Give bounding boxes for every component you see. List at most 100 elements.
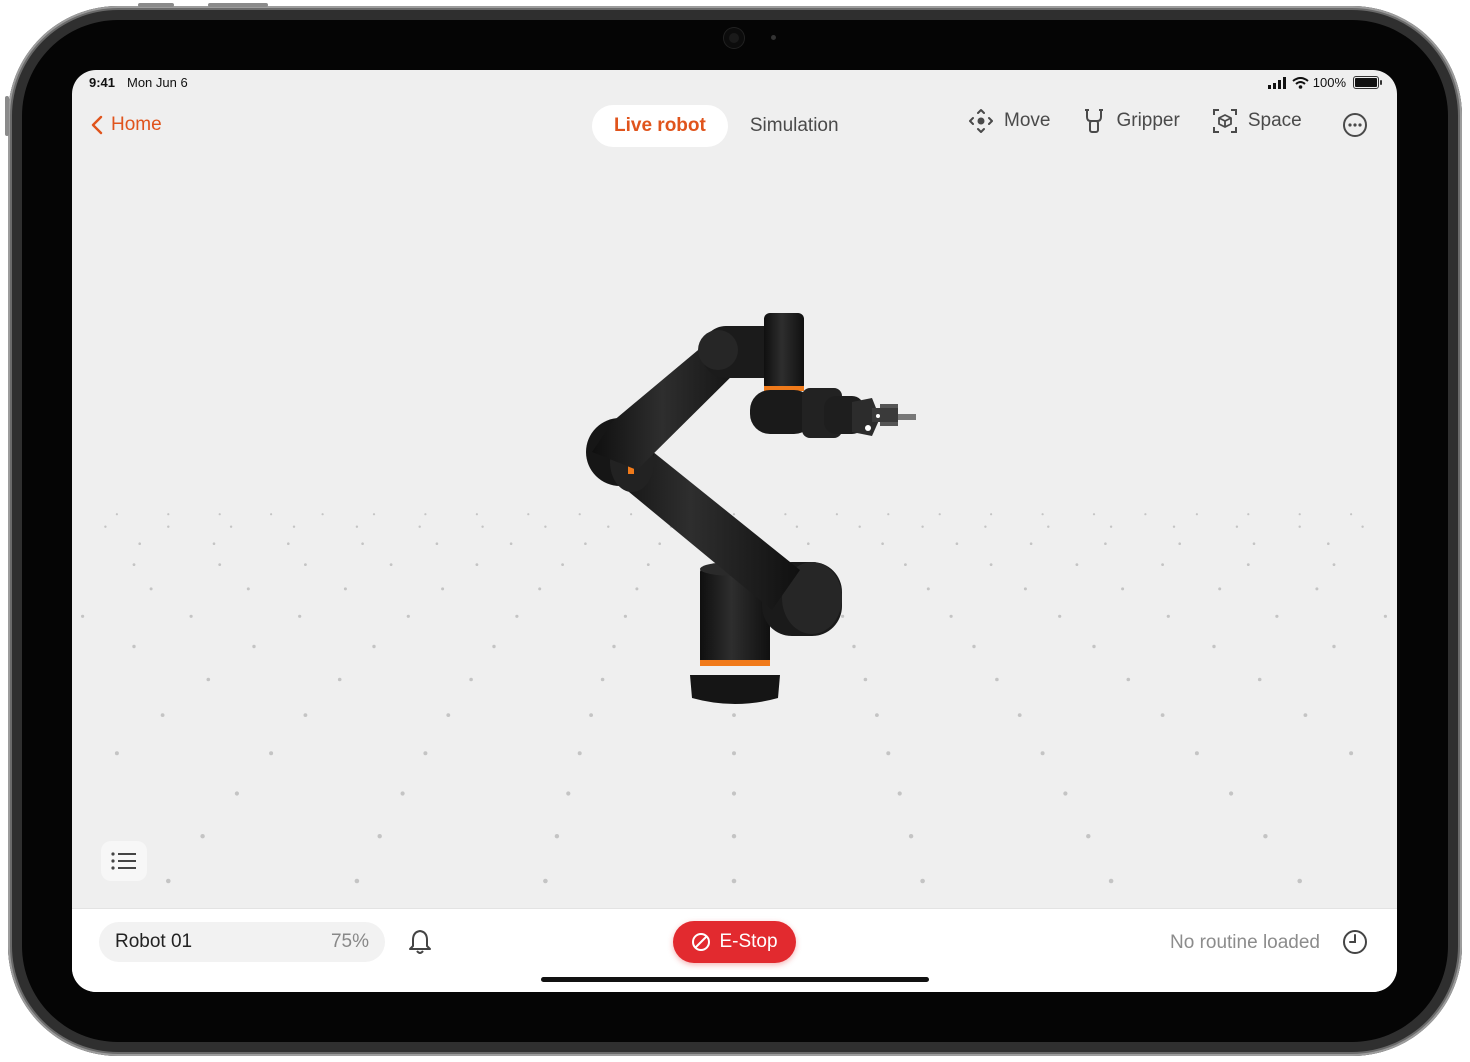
grid-dot: [1109, 525, 1113, 528]
grid-dot: [841, 614, 845, 618]
grid-dot: [984, 525, 987, 528]
grid-dot: [1298, 513, 1301, 516]
grid-dot: [875, 713, 879, 717]
grid-dot: [646, 563, 650, 566]
grid-dot: [1126, 677, 1131, 682]
grid-dot: [1144, 513, 1147, 516]
grid-dot: [509, 542, 513, 545]
stop-icon: [692, 933, 711, 951]
robot-arm-model: [586, 313, 916, 704]
routine-history-button[interactable]: [1342, 929, 1368, 960]
grid-dot: [218, 563, 222, 566]
tab-live-robot[interactable]: Live robot: [592, 105, 728, 147]
grid-dot: [115, 513, 118, 516]
grid-dot: [441, 587, 445, 591]
grid-dot: [795, 525, 799, 528]
more-button[interactable]: [1342, 112, 1368, 143]
grid-dot: [863, 677, 868, 682]
grid-dot: [481, 525, 484, 528]
grid-dot: [1029, 542, 1033, 545]
grid-dot: [104, 525, 107, 528]
grid-dot: [1092, 644, 1096, 649]
grid-dot: [1017, 713, 1022, 717]
grid-dot: [881, 542, 884, 545]
gripper-button[interactable]: Gripper: [1082, 108, 1180, 134]
list-icon: [111, 852, 136, 870]
robot-selector[interactable]: Robot 01 75%: [99, 922, 385, 962]
floor-grid: [81, 313, 1387, 884]
grid-dot: [229, 525, 233, 528]
grid-dot: [424, 513, 427, 516]
grid-dot: [343, 587, 347, 591]
grid-dot: [1161, 563, 1164, 566]
robot-percent: 75%: [330, 931, 369, 952]
grid-dot: [132, 563, 136, 566]
grid-dot: [1229, 791, 1234, 796]
signal-icon: [1267, 76, 1286, 89]
grid-dot: [544, 525, 547, 528]
grid-dot: [1047, 525, 1050, 528]
grid-dot: [1172, 525, 1176, 528]
grid-dot: [1108, 878, 1114, 884]
status-time: 9:41: [89, 75, 116, 90]
list-toggle-button[interactable]: [101, 841, 147, 881]
status-date: Mon Jun 6: [127, 75, 188, 90]
grid-dot: [234, 791, 239, 796]
robot-3d-viewport[interactable]: [72, 70, 1397, 908]
grid-dot: [538, 587, 542, 591]
grid-dot: [406, 614, 410, 618]
grid-dot: [160, 713, 165, 717]
grid-dot: [904, 563, 907, 566]
grid-dot: [200, 834, 205, 839]
grid-dot: [732, 713, 736, 717]
grid-dot: [990, 513, 993, 516]
space-button[interactable]: Space: [1212, 108, 1302, 134]
grid-dot: [1298, 525, 1301, 528]
grid-dot: [886, 751, 891, 756]
move-label: Move: [1004, 110, 1051, 131]
move-button[interactable]: Move: [968, 108, 1050, 134]
grid-dot: [446, 713, 451, 717]
grid-dot: [784, 513, 787, 516]
grid-dot: [298, 614, 302, 618]
e-stop-button[interactable]: E-Stop: [673, 921, 796, 963]
grid-dot: [658, 542, 661, 545]
bell-icon: [409, 930, 431, 954]
grid-dot: [921, 525, 924, 528]
grid-dot: [212, 542, 216, 545]
grid-dot: [589, 713, 593, 717]
grid-dot: [1332, 563, 1336, 566]
grid-dot: [1040, 751, 1045, 756]
status-bar: 9:41 Mon Jun 6 100%: [72, 70, 1397, 96]
back-home-button[interactable]: Home: [91, 114, 162, 136]
notifications-button[interactable]: [408, 929, 432, 960]
grid-dot: [623, 614, 628, 618]
tab-simulation[interactable]: Simulation: [728, 105, 861, 147]
grid-dot: [167, 525, 170, 528]
grid-dot: [372, 644, 376, 649]
grid-dot: [354, 878, 360, 884]
grid-dot: [1194, 751, 1199, 756]
grid-dot: [731, 878, 737, 884]
grid-dot: [566, 791, 571, 796]
grid-dot: [1086, 834, 1091, 839]
grid-dot: [475, 563, 479, 566]
grid-dot: [270, 513, 273, 516]
toolbar: Move Gripper Space: [968, 108, 1334, 134]
grid-dot: [304, 563, 307, 566]
grid-dot: [1275, 614, 1279, 618]
grid-dot: [1166, 614, 1170, 618]
grid-dot: [732, 513, 736, 516]
routine-status: No routine loaded: [1170, 932, 1320, 953]
grid-dot: [607, 525, 610, 528]
status-indicators: 100%: [1267, 75, 1382, 90]
grid-dot: [938, 513, 941, 516]
grid-dot: [995, 677, 999, 682]
grid-dot: [418, 525, 421, 528]
grid-dot: [1075, 563, 1079, 566]
grid-dot: [292, 525, 296, 528]
grid-dot: [1315, 587, 1319, 591]
grid-dot: [355, 525, 359, 528]
grid-dot: [149, 587, 153, 591]
grid-dot: [372, 513, 376, 516]
